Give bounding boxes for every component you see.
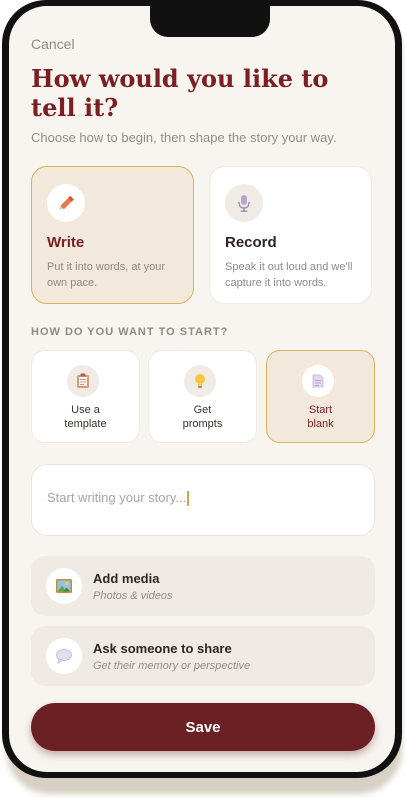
blank-page-icon bbox=[302, 365, 334, 397]
mode-description: Speak it out loud and we'll capture it i… bbox=[225, 261, 353, 289]
story-input-box[interactable]: Start writing your story... bbox=[31, 464, 375, 536]
mode-title: Write bbox=[47, 234, 85, 251]
action-title: Ask someone to share bbox=[93, 641, 232, 656]
ask-someone-button[interactable]: Ask someone to share Get their memory or… bbox=[31, 626, 375, 686]
lightbulb-icon bbox=[184, 365, 216, 397]
save-button[interactable]: Save bbox=[31, 703, 375, 751]
mode-title: Record bbox=[225, 234, 277, 251]
start-option-template[interactable]: Use a template bbox=[31, 350, 140, 443]
clipboard-icon bbox=[67, 365, 99, 397]
action-subtitle: Get their memory or perspective bbox=[93, 660, 251, 672]
text-caret bbox=[187, 491, 189, 507]
phone-frame: Cancel How would you like to tell it? Ch… bbox=[2, 0, 402, 778]
mode-card-write[interactable]: Write Put it into words, at your own pac… bbox=[31, 166, 194, 304]
action-title: Add media bbox=[93, 571, 160, 586]
start-option-label: Start blank bbox=[307, 404, 334, 430]
pencil-icon bbox=[47, 184, 85, 222]
start-option-prompts[interactable]: Get prompts bbox=[148, 350, 257, 443]
start-option-label: Use a template bbox=[64, 404, 107, 430]
microphone-icon bbox=[225, 184, 263, 222]
add-media-button[interactable]: Add media Photos & videos bbox=[31, 556, 375, 616]
section-label-start: HOW DO YOU WANT TO START? bbox=[31, 326, 229, 338]
page-title: How would you like to tell it? bbox=[31, 64, 329, 122]
action-subtitle: Photos & videos bbox=[93, 590, 173, 602]
cancel-button[interactable]: Cancel bbox=[31, 36, 75, 52]
notch bbox=[150, 6, 270, 37]
speech-bubble-icon bbox=[46, 638, 82, 674]
mode-description: Put it into words, at your own pace. bbox=[47, 261, 165, 289]
page-subtitle: Choose how to begin, then shape the stor… bbox=[31, 130, 337, 145]
picture-icon bbox=[46, 568, 82, 604]
start-option-blank[interactable]: Start blank bbox=[266, 350, 375, 443]
story-input[interactable]: Start writing your story... bbox=[47, 490, 189, 507]
mode-card-record[interactable]: Record Speak it out loud and we'll captu… bbox=[209, 166, 372, 304]
start-option-label: Get prompts bbox=[182, 404, 223, 430]
screen: Cancel How would you like to tell it? Ch… bbox=[9, 6, 395, 772]
